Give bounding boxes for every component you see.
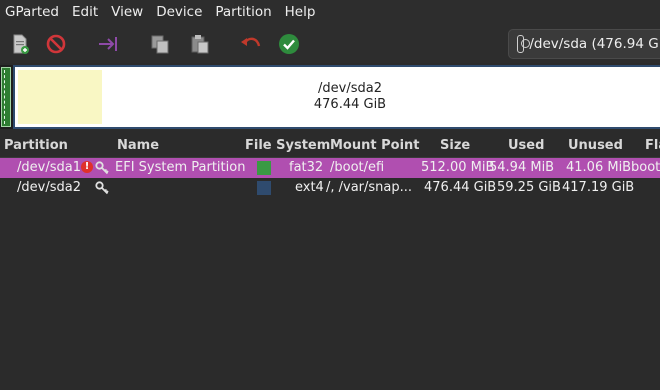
- col-flags[interactable]: Flags: [645, 138, 660, 153]
- menu-device[interactable]: Device: [151, 0, 210, 25]
- col-partition[interactable]: Partition: [4, 138, 68, 153]
- disk-graph: /dev/sda2 476.44 GiB: [0, 65, 660, 129]
- table-row[interactable]: /dev/sda1 ! EFI System Partition fat32 /…: [0, 158, 660, 178]
- partition-block-size: 476.44 GiB: [313, 97, 387, 112]
- col-mount-point[interactable]: Mount Point: [330, 138, 420, 153]
- hard-disk-icon: [517, 35, 531, 53]
- cell-partition: /dev/sda2: [17, 180, 81, 195]
- device-selector-label: /dev/sda (476.94 GiB): [529, 36, 660, 52]
- menu-view[interactable]: View: [106, 0, 151, 25]
- cell-filesystem: fat32: [289, 160, 324, 175]
- resize-arrow-icon: [99, 37, 117, 51]
- apply-check-icon: [279, 34, 299, 54]
- toolbar: /dev/sda (476.94 GiB): [0, 25, 660, 63]
- undo-button[interactable]: [238, 31, 264, 57]
- delete-partition-button[interactable]: [43, 31, 69, 57]
- menu-edit[interactable]: Edit: [67, 0, 106, 25]
- apply-button[interactable]: [276, 31, 302, 57]
- col-filesystem[interactable]: File System: [245, 138, 330, 153]
- cell-unused: 417.19 GiB: [562, 180, 635, 195]
- menu-bar: GParted Edit View Device Partition Help: [0, 0, 660, 25]
- cell-unused: 41.06 MiB: [566, 160, 632, 175]
- paste-icon: [191, 35, 209, 54]
- list-header: Partition Name File System Mount Point S…: [0, 135, 660, 158]
- cell-name: EFI System Partition: [115, 160, 246, 175]
- partition-block-name: /dev/sda2: [318, 81, 382, 96]
- copy-button[interactable]: [147, 31, 173, 57]
- table-row[interactable]: /dev/sda2 ext4 /, /var/snap... 476.44 Gi…: [0, 178, 660, 198]
- new-partition-button[interactable]: [7, 31, 33, 57]
- cell-size: 512.00 MiB: [421, 160, 495, 175]
- partition-block-label: /dev/sda2 476.44 GiB: [0, 81, 660, 113]
- cell-flags: boot, esp: [631, 160, 660, 175]
- no-entry-icon: [46, 34, 66, 54]
- partition-list: Partition Name File System Mount Point S…: [0, 135, 660, 390]
- cell-used: 59.25 GiB: [497, 180, 561, 195]
- cell-filesystem: ext4: [295, 180, 324, 195]
- col-used[interactable]: Used: [508, 138, 544, 153]
- menu-partition[interactable]: Partition: [210, 0, 279, 25]
- resize-move-button[interactable]: [96, 31, 122, 57]
- cell-partition: /dev/sda1: [17, 160, 81, 175]
- fs-color-swatch: [257, 161, 271, 175]
- col-unused[interactable]: Unused: [568, 138, 623, 153]
- device-selector[interactable]: /dev/sda (476.94 GiB): [508, 29, 660, 59]
- menu-gparted[interactable]: GParted: [0, 0, 67, 25]
- cell-used: 54.94 MiB: [489, 160, 555, 175]
- fs-color-swatch: [257, 181, 271, 195]
- col-size[interactable]: Size: [440, 138, 470, 153]
- cell-mount-point: /, /var/snap...: [326, 180, 413, 195]
- col-name[interactable]: Name: [117, 138, 159, 153]
- cell-size: 476.44 GiB: [424, 180, 497, 195]
- paste-button[interactable]: [187, 31, 213, 57]
- menu-help[interactable]: Help: [280, 0, 324, 25]
- cell-mount-point: /boot/efi: [330, 160, 385, 175]
- copy-icon: [151, 35, 169, 54]
- undo-icon: [241, 37, 261, 47]
- warning-icon: !: [81, 161, 93, 173]
- key-icon: [95, 181, 109, 195]
- new-document-icon: [13, 34, 29, 54]
- key-icon: [95, 161, 109, 175]
